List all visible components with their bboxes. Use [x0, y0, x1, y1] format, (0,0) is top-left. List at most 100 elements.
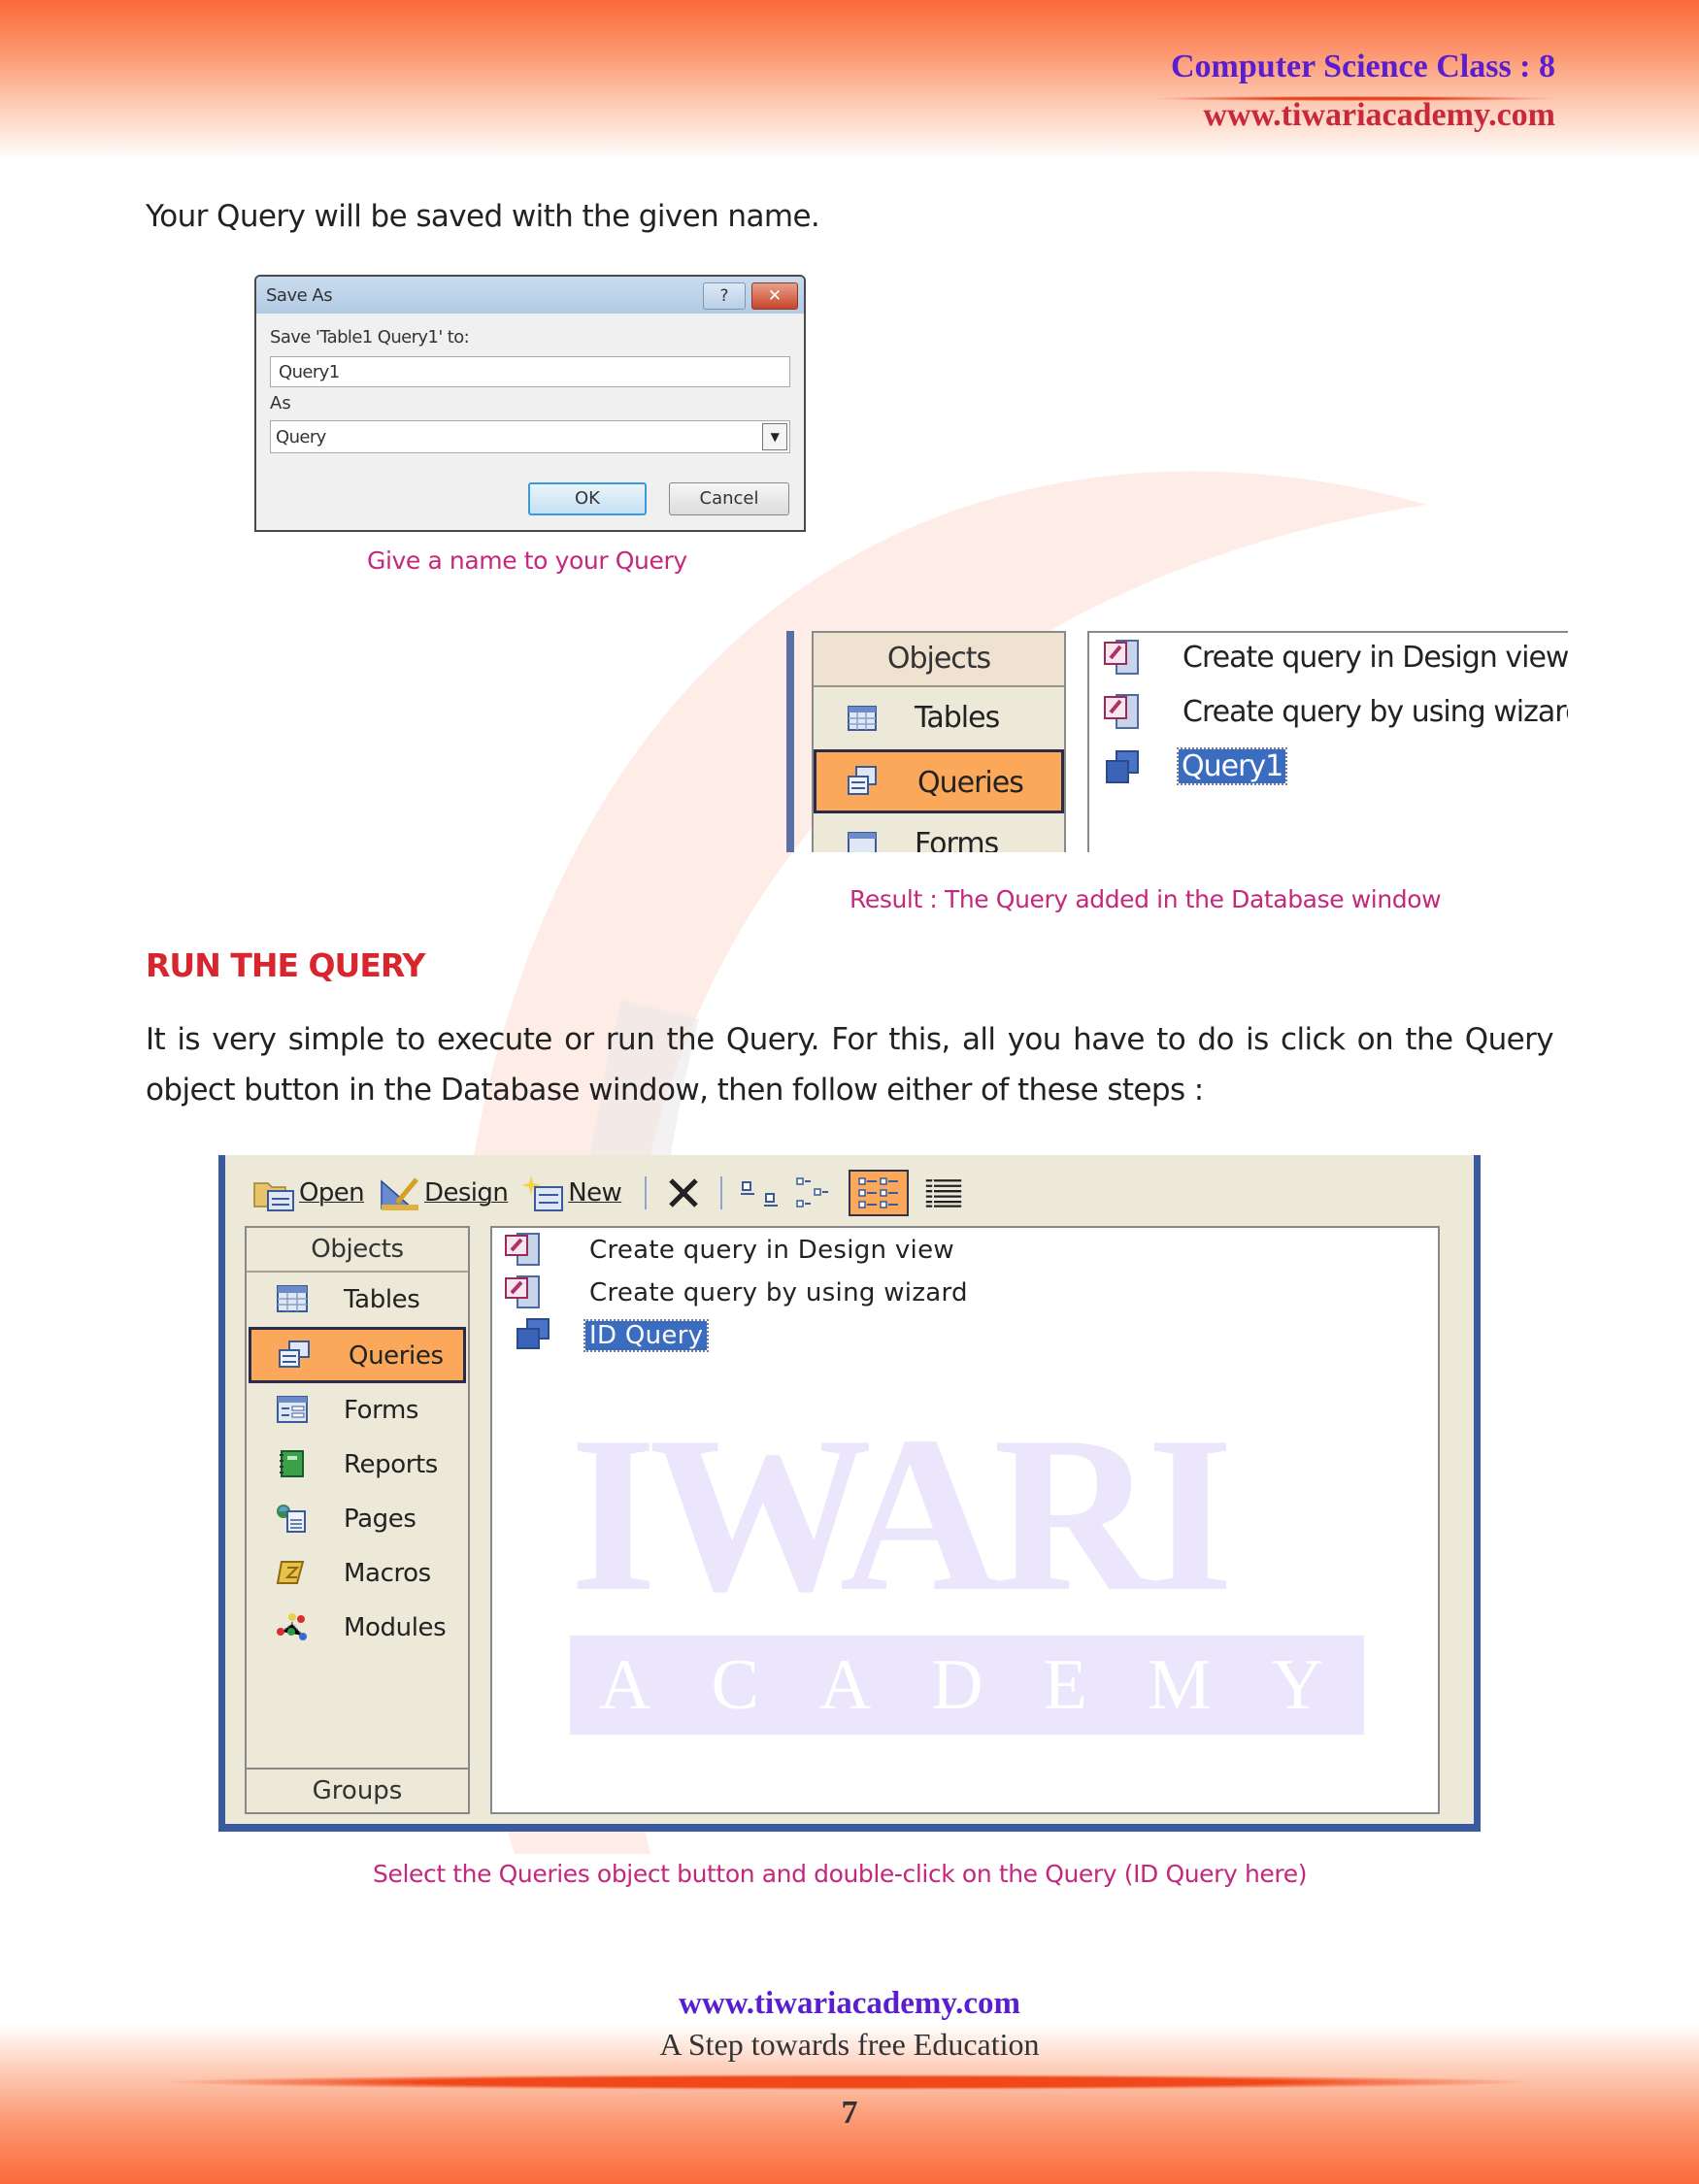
table-icon	[277, 1285, 308, 1312]
object-reports[interactable]: Reports	[247, 1438, 468, 1492]
query-icon	[1106, 750, 1139, 783]
watermark-banner: ACADEMY	[570, 1636, 1364, 1735]
open-label: Open	[299, 1178, 365, 1208]
chevron-down-icon[interactable]: ▼	[762, 423, 787, 450]
object-forms[interactable]: Forms	[814, 813, 1064, 852]
object-tables[interactable]: Tables	[814, 687, 1064, 749]
object-pages[interactable]: Pages	[247, 1492, 468, 1546]
object-macros[interactable]: Macros	[247, 1546, 468, 1601]
query-icon	[516, 1318, 550, 1349]
object-label: Forms	[915, 827, 999, 852]
list-view-button[interactable]	[849, 1170, 910, 1216]
large-icons-button[interactable]	[740, 1174, 779, 1212]
small-icons-view-icon	[796, 1177, 829, 1208]
details-view-icon	[925, 1179, 962, 1208]
header-title: Computer Science Class : 8	[1171, 49, 1555, 84]
as-type-value: Query	[276, 427, 326, 447]
object-forms[interactable]: Forms	[247, 1383, 468, 1438]
dialog-titlebar: Save As ? ✕	[256, 277, 804, 314]
small-icons-button[interactable]	[794, 1174, 833, 1212]
cancel-button[interactable]: Cancel	[669, 482, 789, 515]
object-label: Pages	[344, 1505, 416, 1534]
object-label: Modules	[344, 1613, 447, 1642]
item-label: Create query in Design view	[1183, 641, 1568, 675]
new-icon	[521, 1175, 564, 1211]
result-database-window: Objects Tables Queries Forms Create quer…	[786, 631, 1568, 852]
objects-header[interactable]: Objects	[814, 633, 1064, 687]
objects-list: IWARI ACADEMY Create query in Design vie…	[490, 1226, 1440, 1814]
forms-icon	[277, 1396, 308, 1423]
item-label: Create query by using wizard	[1183, 695, 1568, 729]
save-as-dialog: Save As ? ✕ Save 'Table1 Query1' to: Que…	[254, 275, 806, 532]
header-url[interactable]: www.tiwariacademy.com	[1203, 97, 1555, 134]
delete-icon	[669, 1178, 698, 1208]
save-to-label: Save 'Table1 Query1' to:	[270, 327, 470, 347]
help-button[interactable]: ?	[703, 282, 746, 310]
design-icon	[381, 1177, 419, 1210]
delete-button[interactable]	[664, 1174, 703, 1212]
caption-save-as: Give a name to your Query	[367, 546, 687, 575]
design-view-icon	[505, 1233, 540, 1266]
new-label: New	[568, 1178, 622, 1208]
queries-icon	[848, 766, 877, 795]
item-label: Query1	[1176, 747, 1288, 785]
window-border	[786, 631, 794, 852]
queries-icon	[279, 1340, 310, 1368]
object-label: Queries	[917, 766, 1024, 800]
object-tables[interactable]: Tables	[247, 1273, 468, 1327]
ok-button[interactable]: OK	[528, 482, 647, 515]
watermark-text: IWARI	[570, 1390, 1234, 1638]
object-label: Macros	[344, 1559, 431, 1588]
toolbar-separator	[645, 1176, 648, 1209]
object-label: Tables	[344, 1285, 420, 1314]
item-label: ID Query	[583, 1319, 710, 1352]
forms-icon	[848, 832, 877, 852]
reports-icon	[280, 1450, 304, 1477]
object-queries[interactable]: Queries	[814, 749, 1064, 813]
objects-pane: Objects Tables Queries Forms	[812, 631, 1066, 852]
query-name-field[interactable]: Query1	[270, 356, 790, 387]
toolbar-separator	[720, 1176, 723, 1209]
caption-result: Result : The Query added in the Database…	[850, 885, 1442, 913]
object-label: Reports	[344, 1450, 438, 1479]
dialog-title: Save As	[266, 285, 333, 306]
page-number: 7	[841, 2095, 858, 2131]
footer-tagline: A Step towards free Education	[659, 2027, 1040, 2062]
close-button[interactable]: ✕	[751, 282, 798, 310]
list-view-icon	[858, 1177, 899, 1208]
object-label: Queries	[349, 1341, 444, 1371]
object-label: Tables	[915, 701, 1000, 735]
open-button[interactable]: Open	[252, 1174, 365, 1212]
open-icon	[253, 1182, 294, 1211]
object-label: Forms	[344, 1396, 419, 1425]
pages-icon	[277, 1505, 306, 1533]
macros-icon	[276, 1561, 305, 1584]
footer-divider	[165, 2074, 1534, 2090]
footer-url[interactable]: www.tiwariacademy.com	[0, 1986, 1699, 2022]
as-type-select[interactable]: Query ▼	[270, 420, 790, 453]
object-queries[interactable]: Queries	[249, 1327, 466, 1383]
database-window: Open Design New Objects Tables Queries F…	[218, 1155, 1481, 1832]
objects-pane: Objects Tables Queries Forms Reports Pag…	[245, 1226, 470, 1814]
details-view-button[interactable]	[924, 1174, 963, 1212]
intro-text: Your Query will be saved with the given …	[146, 199, 820, 234]
groups-button[interactable]: Groups	[247, 1768, 468, 1812]
design-view-icon	[1104, 640, 1139, 675]
objects-header[interactable]: Objects	[247, 1228, 468, 1273]
design-button[interactable]: Design	[378, 1174, 509, 1212]
modules-icon	[277, 1613, 307, 1640]
caption-run-query: Select the Queries object button and dou…	[373, 1860, 1308, 1888]
item-label: Create query by using wizard	[589, 1278, 968, 1307]
wizard-icon	[1104, 694, 1139, 729]
item-label: Create query in Design view	[589, 1236, 954, 1265]
section-paragraph: It is very simple to execute or run the …	[146, 1022, 1554, 1108]
objects-list: Create query in Design view Create query…	[1087, 631, 1568, 852]
section-heading: RUN THE QUERY	[146, 946, 425, 984]
new-button[interactable]: New	[521, 1174, 622, 1212]
table-icon	[848, 706, 877, 731]
large-icons-view-icon	[741, 1181, 779, 1207]
object-modules[interactable]: Modules	[247, 1601, 468, 1655]
toolbar: Open Design New	[252, 1169, 971, 1217]
as-label: As	[270, 393, 291, 414]
wizard-icon	[505, 1275, 540, 1308]
